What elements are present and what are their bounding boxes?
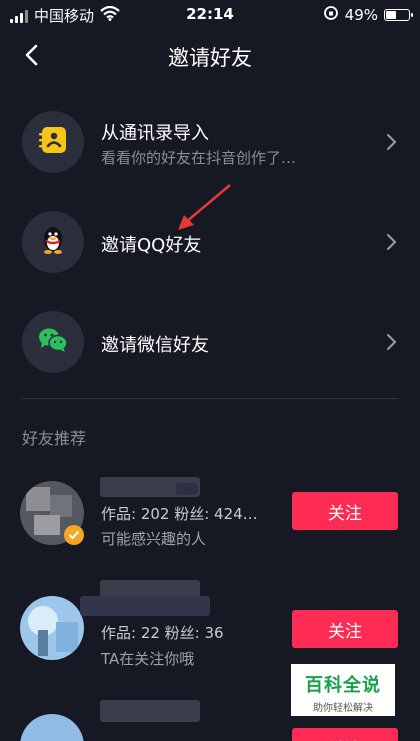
chevron-right-icon	[386, 332, 398, 352]
qq-icon-circle	[22, 211, 84, 273]
status-bar: 中国移动 22:14 49%	[0, 0, 420, 30]
invite-wechat-row[interactable]: 邀请微信好友	[0, 297, 420, 387]
chevron-right-icon	[386, 232, 398, 252]
friend-row: 作品: 202 粉丝: 424… 可能感兴趣的人 关注	[0, 470, 420, 580]
page-title: 邀请好友	[168, 46, 252, 70]
recommend-section-title: 好友推荐	[22, 429, 87, 448]
invite-contacts-title: 从通讯录导入	[101, 123, 209, 144]
section-divider	[22, 398, 398, 399]
follow-button[interactable]: 关注	[292, 728, 398, 741]
invite-contacts-row[interactable]: 从通讯录导入 看看你的好友在抖音创作了…	[0, 97, 420, 187]
friend-name-redacted	[176, 483, 198, 495]
nav-bar: 邀请好友	[0, 30, 420, 84]
status-right: 49%	[323, 5, 413, 25]
watermark-title: 百科全说	[305, 675, 381, 696]
contacts-icon-circle	[22, 111, 84, 173]
invite-wechat-title: 邀请微信好友	[101, 335, 209, 356]
friend-stats: 作品: 22 粉丝: 36	[101, 624, 224, 642]
battery-icon	[384, 9, 413, 21]
follow-button[interactable]: 关注	[292, 610, 398, 648]
friend-avatar[interactable]	[20, 596, 84, 660]
watermark: 百科全说 助你轻松解决	[291, 664, 395, 716]
wechat-icon	[37, 326, 69, 358]
qq-penguin-icon	[38, 224, 68, 260]
friend-stats: 作品: 202 粉丝: 424…	[101, 505, 258, 523]
contacts-icon	[37, 125, 69, 159]
battery-percent: 49%	[344, 6, 378, 24]
invite-contacts-subtitle: 看看你的好友在抖音创作了…	[101, 149, 297, 167]
friend-name-redacted	[80, 596, 210, 616]
verified-badge-icon	[64, 525, 84, 545]
rotation-lock-icon	[323, 5, 339, 25]
friend-reason: 可能感兴趣的人	[101, 530, 207, 548]
friend-reason: TA在关注你哦	[101, 650, 195, 668]
follow-button[interactable]: 关注	[292, 492, 398, 530]
annotation-arrow-icon	[172, 182, 234, 238]
wechat-icon-circle	[22, 311, 84, 373]
watermark-subtitle: 助你轻松解决	[313, 703, 373, 714]
chevron-right-icon	[386, 132, 398, 152]
friend-name-redacted	[100, 700, 200, 722]
friend-avatar[interactable]	[20, 714, 84, 741]
